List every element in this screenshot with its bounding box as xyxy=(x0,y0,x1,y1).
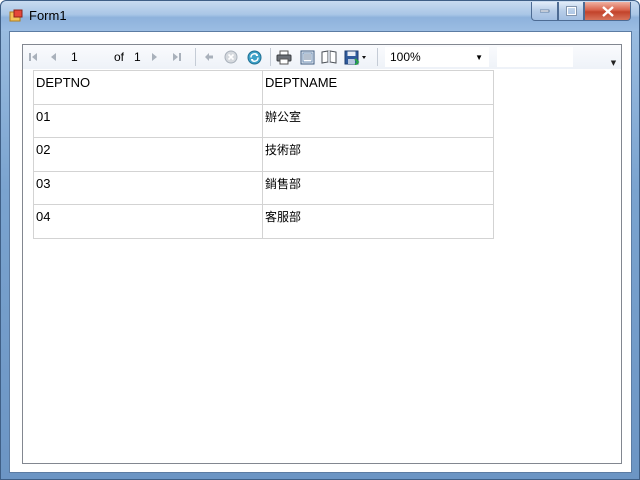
table-row: 04 客服部 xyxy=(33,204,494,239)
deptno-cell: 01 xyxy=(33,103,263,139)
print-icon[interactable] xyxy=(276,49,292,65)
print-layout-icon[interactable] xyxy=(299,49,315,65)
minimize-icon xyxy=(539,9,549,13)
table-row: 01 辦公室 xyxy=(33,103,494,139)
toolbar-separator xyxy=(270,48,271,66)
form-app-icon[interactable] xyxy=(9,9,23,23)
export-save-icon[interactable] xyxy=(343,49,369,65)
title-bar[interactable]: Form1 xyxy=(1,1,639,31)
first-page-icon[interactable] xyxy=(25,49,41,65)
deptname-cell: 技術部 xyxy=(262,137,494,172)
chevron-down-icon: ▼ xyxy=(475,53,483,62)
table-header-row: DEPTNO DEPTNAME xyxy=(33,70,494,105)
close-icon xyxy=(601,5,614,17)
table-row: 03 銷售部 xyxy=(33,170,494,206)
header-deptno: DEPTNO xyxy=(33,70,263,105)
form-client-area: of 1 xyxy=(9,31,632,473)
refresh-icon[interactable] xyxy=(246,49,262,65)
window-title: Form1 xyxy=(29,8,67,23)
close-button[interactable] xyxy=(584,2,631,21)
last-page-icon[interactable] xyxy=(169,49,185,65)
zoom-dropdown[interactable]: 100% ▼ xyxy=(385,47,489,67)
report-viewer: of 1 xyxy=(22,44,622,464)
maximize-button[interactable] xyxy=(558,2,584,21)
back-to-parent-icon[interactable] xyxy=(201,49,217,65)
maximize-icon xyxy=(565,6,577,16)
of-label: of xyxy=(114,50,125,64)
zoom-value: 100% xyxy=(390,50,421,64)
find-text-input[interactable] xyxy=(497,47,573,67)
deptname-cell: 銷售部 xyxy=(262,170,494,206)
total-pages-label: 1 xyxy=(134,50,141,64)
current-page-input[interactable] xyxy=(69,48,111,66)
header-deptname: DEPTNAME xyxy=(262,70,494,105)
report-toolbar: of 1 xyxy=(23,45,621,69)
app-window: Form1 1 of 1 100% ▼ ▼ DEPTNO DEPTNAME 01… xyxy=(0,0,640,480)
deptno-cell: 03 xyxy=(33,170,263,206)
toolbar-separator xyxy=(377,48,378,66)
previous-page-icon[interactable] xyxy=(45,49,61,65)
stop-icon[interactable] xyxy=(223,49,239,65)
report-page: DEPTNO DEPTNAME 01 辦公室 02 技術部 03 銷售部 04 … xyxy=(23,69,621,463)
department-table: DEPTNO DEPTNAME 01 辦公室 02 技術部 03 銷售部 04 … xyxy=(33,70,494,239)
deptno-cell: 02 xyxy=(33,137,263,172)
toolbar-overflow-icon[interactable]: ▼ xyxy=(608,58,619,69)
toolbar-separator xyxy=(195,48,196,66)
page-setup-icon[interactable] xyxy=(321,49,337,65)
deptname-cell: 客服部 xyxy=(262,204,494,239)
minimize-button[interactable] xyxy=(531,2,558,21)
deptno-cell: 04 xyxy=(33,204,263,239)
next-page-icon[interactable] xyxy=(147,49,163,65)
table-row: 02 技術部 xyxy=(33,137,494,172)
deptname-cell: 辦公室 xyxy=(262,103,494,139)
